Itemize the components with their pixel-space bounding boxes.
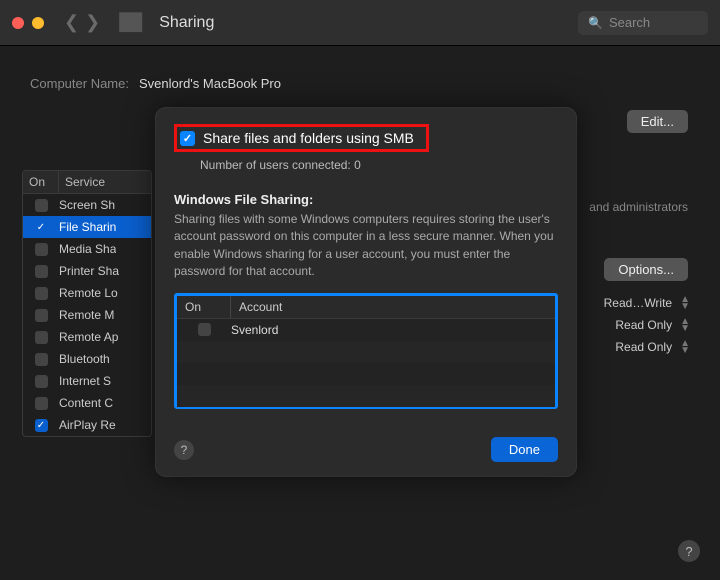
service-label: Screen Sh: [59, 198, 115, 212]
checkbox-checked-icon[interactable]: ✓: [180, 131, 195, 146]
window-controls: [12, 17, 44, 29]
search-placeholder: Search: [609, 15, 650, 30]
checkbox-icon[interactable]: [35, 397, 48, 410]
account-name: Svenlord: [231, 323, 278, 337]
service-row[interactable]: Printer Sha: [23, 260, 151, 282]
service-label: Internet S: [59, 374, 111, 388]
service-row[interactable]: Bluetooth: [23, 348, 151, 370]
checkbox-icon[interactable]: [35, 353, 48, 366]
table-row: [177, 363, 555, 385]
search-icon: 🔍: [588, 16, 603, 30]
minimize-window-icon[interactable]: [32, 17, 44, 29]
stepper-icon: ▲▼: [680, 296, 690, 310]
administrators-text: and administrators: [589, 200, 688, 214]
close-window-icon[interactable]: [12, 17, 24, 29]
service-label: Remote Lo: [59, 286, 118, 300]
service-row[interactable]: Content C: [23, 392, 151, 414]
services-header-service: Service: [59, 171, 111, 193]
help-icon[interactable]: ?: [174, 440, 194, 460]
service-label: Remote Ap: [59, 330, 118, 344]
checkbox-icon[interactable]: [35, 287, 48, 300]
checkbox-icon[interactable]: [35, 243, 48, 256]
permission-row[interactable]: Read…Write ▲▼: [604, 296, 690, 310]
checkbox-icon[interactable]: [198, 323, 211, 336]
grid-icon[interactable]: ■■■■■■■■■: [118, 14, 141, 32]
options-sheet: ✓ Share files and folders using SMB Numb…: [156, 108, 576, 476]
services-table: On Service Screen Sh ✓ File Sharin Media Sh…: [22, 170, 152, 437]
service-label: Media Sha: [59, 242, 116, 256]
window-title: Sharing: [159, 14, 214, 32]
checkbox-icon[interactable]: [35, 309, 48, 322]
done-button[interactable]: Done: [491, 437, 558, 462]
service-row[interactable]: Internet S: [23, 370, 151, 392]
sheet-footer: ? Done: [174, 437, 558, 462]
accounts-header-account: Account: [231, 296, 290, 318]
service-label: AirPlay Re: [59, 418, 116, 432]
permission-label: Read Only: [615, 318, 672, 332]
stepper-icon: ▲▼: [680, 340, 690, 354]
service-row[interactable]: Media Sha: [23, 238, 151, 260]
permission-row[interactable]: Read Only ▲▼: [615, 340, 690, 354]
service-label: Printer Sha: [59, 264, 119, 278]
permission-label: Read Only: [615, 340, 672, 354]
service-row[interactable]: ✓ AirPlay Re: [23, 414, 151, 436]
account-row[interactable]: Svenlord: [177, 319, 555, 341]
connected-users-text: Number of users connected: 0: [200, 158, 558, 172]
permission-row[interactable]: Read Only ▲▼: [615, 318, 690, 332]
forward-button[interactable]: ❯: [85, 12, 100, 33]
stepper-icon: ▲▼: [680, 318, 690, 332]
service-label: Bluetooth: [59, 352, 110, 366]
checkbox-icon[interactable]: [35, 265, 48, 278]
accounts-header: On Account: [177, 296, 555, 319]
service-row[interactable]: Remote Lo: [23, 282, 151, 304]
nav-buttons: ❮ ❯: [64, 12, 100, 33]
checkbox-icon[interactable]: ✓: [35, 419, 48, 432]
accounts-header-on: On: [177, 296, 231, 318]
help-button[interactable]: ?: [678, 540, 700, 562]
service-row[interactable]: Remote Ap: [23, 326, 151, 348]
permission-label: Read…Write: [604, 296, 672, 310]
checkbox-icon[interactable]: ✓: [35, 221, 48, 234]
options-button[interactable]: Options...: [604, 258, 688, 281]
accounts-table: On Account Svenlord: [174, 293, 558, 409]
service-label: Remote M: [59, 308, 114, 322]
service-label: Content C: [59, 396, 113, 410]
service-label: File Sharin: [59, 220, 116, 234]
checkbox-icon[interactable]: [35, 331, 48, 344]
back-button[interactable]: ❮: [64, 12, 79, 33]
smb-checkbox-row[interactable]: ✓ Share files and folders using SMB: [174, 124, 429, 152]
table-row: [177, 385, 555, 407]
service-row[interactable]: Remote M: [23, 304, 151, 326]
checkbox-icon[interactable]: [35, 199, 48, 212]
computer-name-label: Computer Name:: [30, 76, 129, 91]
computer-name-value: Svenlord's MacBook Pro: [139, 76, 281, 91]
services-header-on: On: [23, 171, 59, 193]
main-content: Computer Name: Svenlord's MacBook Pro: [0, 46, 720, 91]
services-header: On Service: [23, 171, 151, 194]
service-row[interactable]: Screen Sh: [23, 194, 151, 216]
search-field[interactable]: 🔍 Search: [578, 11, 708, 35]
table-row: [177, 341, 555, 363]
windows-file-sharing-title: Windows File Sharing:: [174, 192, 558, 207]
smb-label: Share files and folders using SMB: [203, 130, 414, 146]
windows-file-sharing-description: Sharing files with some Windows computer…: [174, 211, 558, 281]
titlebar: ❮ ❯ ■■■■■■■■■ Sharing 🔍 Search: [0, 0, 720, 46]
computer-name-row: Computer Name: Svenlord's MacBook Pro: [30, 76, 690, 91]
edit-button[interactable]: Edit...: [627, 110, 688, 133]
checkbox-icon[interactable]: [35, 375, 48, 388]
service-row[interactable]: ✓ File Sharin: [23, 216, 151, 238]
